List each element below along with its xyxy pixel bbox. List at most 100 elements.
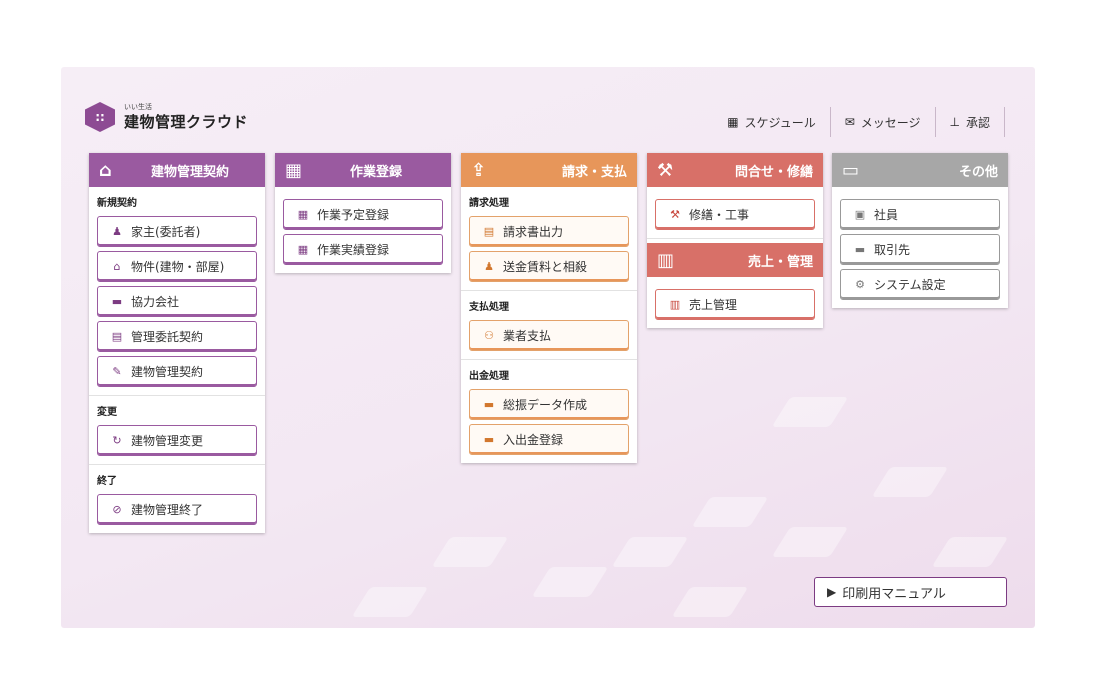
column-title: 問合せ・修繕 [734,164,813,180]
button-label: 管理委託契約 [131,330,204,344]
logo-company: いい生活 [124,103,152,111]
column-title: 建物管理契約 [150,164,229,180]
calendar-icon: ▦ [727,115,739,129]
column-building-contract: ⌂ 建物管理契約 新規契約 ♟ 家主(委託者) ⌂ 物件(建物・部屋) ▬ 協力… [89,153,265,533]
column-header-sales: ▥ 売上・管理 [647,243,823,277]
gear-icon: ⚙ [855,278,865,291]
sales-management-button[interactable]: ▥ 売上管理 [655,289,815,320]
management-contract-button[interactable]: ▤ 管理委託契約 [97,321,257,352]
button-label: 業者支払 [503,329,552,343]
button-label: 社員 [874,208,899,222]
document-icon: ▤ [483,225,495,238]
calendar-icon: ▦ [297,243,309,256]
person-icon: ♟ [484,260,494,273]
calendar-icon: ▦ [285,159,303,181]
play-circle-icon: ▶ [827,585,837,599]
briefcase-icon: ▬ [854,243,866,256]
document-icon: ▤ [111,330,123,343]
nav-schedule-label: スケジュール [744,115,816,130]
work-plan-button[interactable]: ▦ 作業予定登録 [283,199,443,230]
section-label: 支払処理 [469,302,509,313]
section-billing: 請求処理 ▤ 請求書出力 ♟ 送金賃料と相殺 [461,187,637,291]
broom-icon: ✎ [112,365,122,378]
stamp-icon: ⊥ [949,115,960,129]
button-label: 作業予定登録 [317,208,390,222]
button-label: 物件(建物・部屋) [131,260,225,274]
app-window: :: いい生活 建物管理クラウド ▦ スケジュール ✉ メッセージ ⊥ 承認 ⌂… [61,67,1035,628]
button-label: 家主(委託者) [131,225,201,239]
app-logo[interactable]: :: いい生活 建物管理クラウド [85,102,248,132]
partner-company-button[interactable]: ▬ 協力会社 [97,286,257,317]
rent-offset-button[interactable]: ♟ 送金賃料と相殺 [469,251,629,282]
cash-entry-button[interactable]: ▬ 入出金登録 [469,424,629,455]
section-label: 出金処理 [469,371,509,382]
column-header-inquiry: ⚒ 問合せ・修繕 [647,153,823,187]
column-inquiry-repair: ⚒ 問合せ・修繕 ⚒ 修繕・工事 ▥ 売上・管理 ▥ 売上管理 [647,153,823,328]
invoice-output-button[interactable]: ▤ 請求書出力 [469,216,629,247]
button-label: システム設定 [874,278,946,292]
column-header-other: ▭ その他 [832,153,1008,187]
upload-icon: ⇪ [471,159,487,181]
system-settings-button[interactable]: ⚙ システム設定 [840,269,1000,300]
section-payment: 支払処理 ⚇ 業者支払 [461,291,637,360]
building-change-button[interactable]: ↻ 建物管理変更 [97,425,257,456]
app-title: 建物管理クラウド [124,113,249,131]
top-nav: ▦ スケジュール ✉ メッセージ ⊥ 承認 [713,107,1005,137]
business-partner-button[interactable]: ▬ 取引先 [840,234,1000,265]
id-card-icon: ▣ [854,208,866,221]
person-icon: ♟ [112,225,122,238]
button-label: 建物管理契約 [131,365,204,379]
section-end: 終了 ⊘ 建物管理終了 [89,465,265,533]
transfer-data-button[interactable]: ▬ 総振データ作成 [469,389,629,420]
card-icon: ▬ [483,398,495,411]
home-icon: ⌂ [113,260,121,273]
briefcase-icon: ▬ [111,295,123,308]
section-label: 新規契約 [97,198,137,209]
button-label: 協力会社 [131,295,180,309]
section-label: 終了 [97,476,117,487]
owner-button[interactable]: ♟ 家主(委託者) [97,216,257,247]
work-result-button[interactable]: ▦ 作業実績登録 [283,234,443,265]
print-manual-button[interactable]: ▶ 印刷用マニュアル [814,577,1007,607]
section-work: ▦ 作業予定登録 ▦ 作業実績登録 [275,187,451,273]
section-sales: ▥ 売上管理 [647,277,823,328]
column-header-work: ▦ 作業登録 [275,153,451,187]
column-title: 売上・管理 [747,254,813,270]
section-inquiry: ⚒ 修繕・工事 [647,187,823,239]
house-hand-icon: ⌂ [99,159,112,181]
property-button[interactable]: ⌂ 物件(建物・部屋) [97,251,257,282]
button-label: 請求書出力 [503,225,564,239]
wrench-icon: ⚒ [670,208,680,221]
nav-approval[interactable]: ⊥ 承認 [936,107,1005,137]
envelope-icon: ✉ [844,115,855,129]
section-label: 変更 [97,407,117,418]
print-manual-label: 印刷用マニュアル [842,586,946,602]
button-label: 作業実績登録 [317,243,390,257]
nav-approval-label: 承認 [965,115,990,130]
employee-button[interactable]: ▣ 社員 [840,199,1000,230]
building-contract-button[interactable]: ✎ 建物管理契約 [97,356,257,387]
button-label: 入出金登録 [503,433,564,447]
column-work-registration: ▦ 作業登録 ▦ 作業予定登録 ▦ 作業実績登録 [275,153,451,273]
ban-icon: ⊘ [112,503,122,516]
column-title: 請求・支払 [561,164,627,180]
folder-icon: ▭ [842,159,860,181]
button-label: 送金賃料と相殺 [503,260,588,274]
people-icon: ⚇ [484,329,494,342]
repair-button[interactable]: ⚒ 修繕・工事 [655,199,815,230]
section-withdrawal: 出金処理 ▬ 総振データ作成 ▬ 入出金登録 [461,360,637,463]
button-label: 売上管理 [689,298,738,312]
section-change: 変更 ↻ 建物管理変更 [89,396,265,465]
nav-schedule[interactable]: ▦ スケジュール [713,107,831,137]
column-header-billing: ⇪ 請求・支払 [461,153,637,187]
section-other: ▣ 社員 ▬ 取引先 ⚙ システム設定 [832,187,1008,308]
nav-messages[interactable]: ✉ メッセージ [831,107,936,137]
building-end-button[interactable]: ⊘ 建物管理終了 [97,494,257,525]
chart-icon: ▥ [669,298,681,311]
column-title: その他 [958,164,998,180]
column-other: ▭ その他 ▣ 社員 ▬ 取引先 ⚙ システム設定 [832,153,1008,308]
refresh-icon: ↻ [112,434,122,447]
column-title: 作業登録 [349,164,402,180]
vendor-payment-button[interactable]: ⚇ 業者支払 [469,320,629,351]
section-new-contract: 新規契約 ♟ 家主(委託者) ⌂ 物件(建物・部屋) ▬ 協力会社 ▤ 管理委託… [89,187,265,396]
